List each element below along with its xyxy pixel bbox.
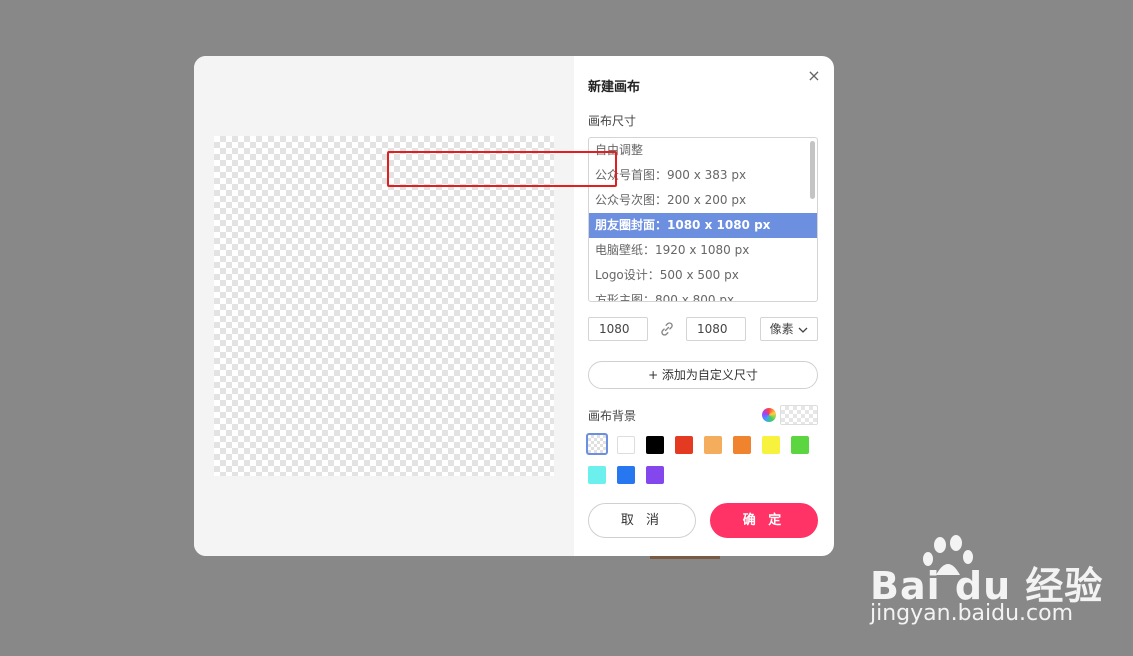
size-option[interactable]: 电脑壁纸：1920 x 1080 px <box>589 238 817 263</box>
swatch-transparent[interactable] <box>586 433 608 455</box>
canvas-preview-area <box>194 56 574 556</box>
swatch-blue[interactable] <box>617 466 635 484</box>
swatch-red[interactable] <box>675 436 693 454</box>
size-option[interactable]: 方形主图：800 x 800 px <box>589 288 817 301</box>
size-option[interactable]: 朋友圈封面：1080 x 1080 px <box>589 213 817 238</box>
color-wheel-icon[interactable] <box>762 408 776 422</box>
unit-value: 像素 <box>769 322 794 336</box>
swatch-black[interactable] <box>646 436 664 454</box>
size-option[interactable]: 公众号次图：200 x 200 px <box>589 188 817 213</box>
settings-panel: 新建画布 画布尺寸 自由调整 公众号首图：900 x 383 px 公众号次图：20… <box>586 56 818 556</box>
background-color-preview[interactable] <box>780 405 818 425</box>
background-section-label: 画布背景 <box>588 409 637 423</box>
width-input[interactable] <box>588 317 648 341</box>
swatch-orange[interactable] <box>733 436 751 454</box>
cancel-button[interactable]: 取 消 <box>588 503 696 538</box>
dialog-title: 新建画布 <box>588 80 641 95</box>
swatch-cyan[interactable] <box>588 466 606 484</box>
size-section-label: 画布尺寸 <box>588 114 637 128</box>
background-content-strip <box>650 556 720 559</box>
watermark-url: jingyan.baidu.com <box>870 601 1074 626</box>
canvas-preview <box>214 136 554 476</box>
size-option[interactable]: Logo设计：500 x 500 px <box>589 263 817 288</box>
confirm-button[interactable]: 确 定 <box>710 503 818 538</box>
add-custom-size-button[interactable]: + 添加为自定义尺寸 <box>588 361 818 389</box>
swatch-light-orange[interactable] <box>704 436 722 454</box>
swatch-white[interactable] <box>617 436 635 454</box>
size-option[interactable]: 自由调整 <box>589 138 817 163</box>
new-canvas-dialog: × 新建画布 画布尺寸 自由调整 公众号首图：900 x 383 px 公众号次图：… <box>194 56 834 556</box>
swatch-green[interactable] <box>791 436 809 454</box>
swatch-purple[interactable] <box>646 466 664 484</box>
swatch-yellow[interactable] <box>762 436 780 454</box>
size-option[interactable]: 公众号首图：900 x 383 px <box>589 163 817 188</box>
height-input[interactable] <box>686 317 746 341</box>
size-preset-list[interactable]: 自由调整 公众号首图：900 x 383 px 公众号次图：200 x 200 px… <box>588 137 818 302</box>
link-ratio-icon[interactable] <box>658 320 676 338</box>
chevron-down-icon <box>798 327 808 333</box>
unit-select[interactable]: 像素 <box>760 317 818 341</box>
size-list-scrollbar[interactable] <box>810 141 815 199</box>
